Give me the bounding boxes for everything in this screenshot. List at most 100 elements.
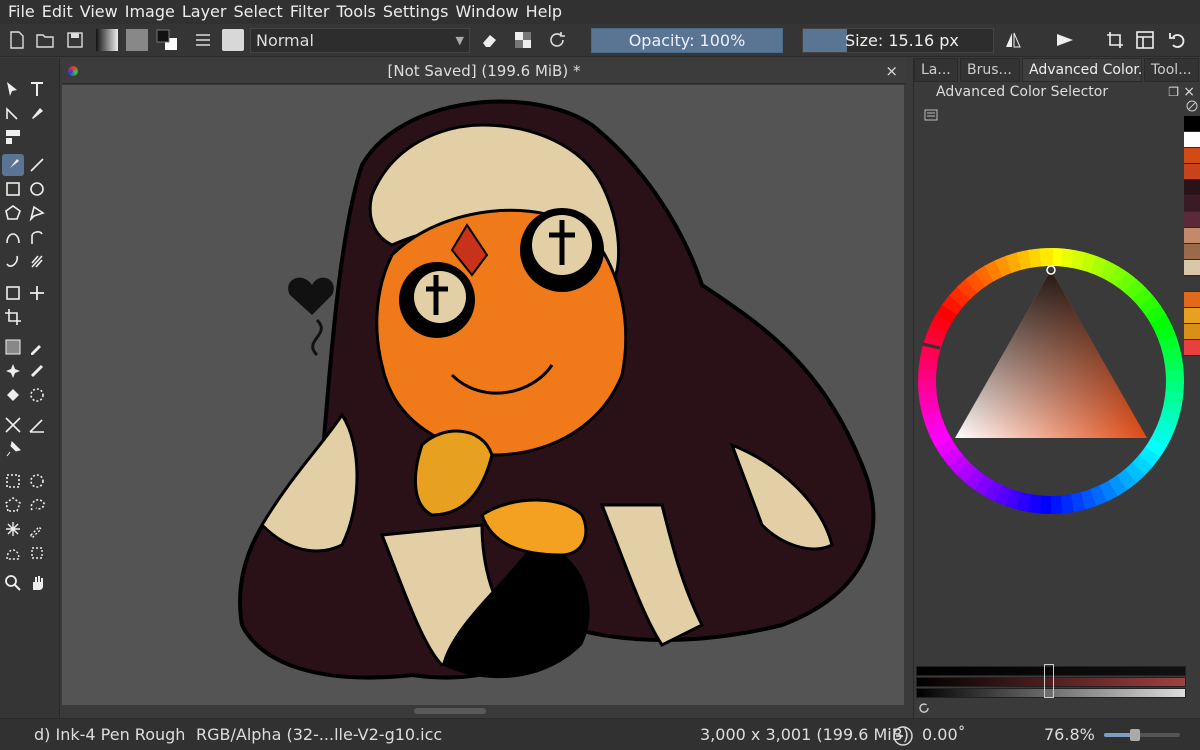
zoom-tool-icon[interactable] <box>2 572 24 594</box>
multibrush-tool-icon[interactable] <box>26 250 48 272</box>
mirror-horizontal-icon[interactable] <box>1002 29 1024 51</box>
palette-swatch[interactable] <box>1184 132 1200 148</box>
clear-palette-icon[interactable] <box>1186 100 1198 112</box>
polygonal-selection-tool-icon[interactable] <box>2 494 24 516</box>
menu-image[interactable]: Image <box>123 1 180 23</box>
palette-swatch[interactable] <box>1184 180 1200 196</box>
pattern-preset-icon[interactable] <box>126 29 148 51</box>
palette-swatch[interactable] <box>1184 244 1200 260</box>
polyline-tool-icon[interactable] <box>26 202 48 224</box>
refresh-icon[interactable] <box>918 702 930 714</box>
gradient-tool-icon[interactable] <box>2 336 24 358</box>
rectangle-tool-icon[interactable] <box>2 178 24 200</box>
palette-swatch[interactable] <box>1184 228 1200 244</box>
tab-advanced-color[interactable]: Advanced Color... <box>1022 58 1142 82</box>
freehand-selection-tool-icon[interactable] <box>26 494 48 516</box>
rotation-value[interactable]: 0.00˚ <box>922 725 966 745</box>
vertical-scrollbar[interactable] <box>904 85 912 705</box>
color-wheel[interactable] <box>918 248 1184 514</box>
palette-swatch[interactable] <box>1184 324 1200 340</box>
palette-swatch[interactable] <box>1184 276 1200 292</box>
menu-tools[interactable]: Tools <box>334 1 380 23</box>
fill-tool-icon[interactable] <box>2 384 24 406</box>
preset-list-icon[interactable] <box>192 29 214 51</box>
line-tool-icon[interactable] <box>26 154 48 176</box>
dynamic-brush-tool-icon[interactable] <box>2 250 24 272</box>
zoom-slider-knob[interactable] <box>1130 729 1140 741</box>
tab-tool-options[interactable]: Tool... <box>1144 58 1199 82</box>
move-tool-icon[interactable] <box>26 282 48 304</box>
current-brush-label[interactable]: d) Ink-4 Pen Rough <box>34 725 185 745</box>
freehand-brush-tool-icon[interactable] <box>2 154 24 176</box>
pattern-edit-tool-icon[interactable] <box>2 126 24 148</box>
contiguous-selection-tool-icon[interactable] <box>2 518 24 540</box>
palette-swatch[interactable] <box>1184 196 1200 212</box>
brush-size-slider[interactable]: Size: 15.16 px <box>802 28 994 53</box>
gradient-preset-icon[interactable] <box>96 29 118 51</box>
wrap-around-icon[interactable] <box>1104 29 1126 51</box>
save-icon[interactable] <box>64 29 86 51</box>
measure-tool-icon[interactable] <box>26 414 48 436</box>
alpha-lock-icon[interactable] <box>512 29 534 51</box>
reference-images-tool-icon[interactable] <box>2 438 24 460</box>
workspace-icon[interactable] <box>1134 29 1156 51</box>
document-tab[interactable]: [Not Saved] (199.6 MiB) * × <box>62 58 906 84</box>
reload-preset-icon[interactable] <box>546 29 568 51</box>
freehand-path-tool-icon[interactable] <box>26 226 48 248</box>
edit-shapes-tool-icon[interactable] <box>2 102 24 124</box>
palette-swatch[interactable] <box>1184 116 1200 132</box>
color-picker-tool-icon[interactable] <box>26 336 48 358</box>
pan-tool-icon[interactable] <box>26 572 48 594</box>
bezier-curve-tool-icon[interactable] <box>2 226 24 248</box>
rectangular-selection-tool-icon[interactable] <box>2 470 24 492</box>
rotation-icon[interactable] <box>892 725 914 747</box>
float-docker-icon[interactable]: ❐ <box>1168 82 1179 102</box>
palette-swatch[interactable] <box>1184 260 1200 276</box>
bezier-selection-tool-icon[interactable] <box>2 542 24 564</box>
zoom-slider[interactable] <box>1104 729 1180 741</box>
menu-layer[interactable]: Layer <box>180 1 232 23</box>
horizontal-scrollbar[interactable] <box>62 705 904 717</box>
select-shapes-tool-icon[interactable] <box>2 78 24 100</box>
drawing-canvas[interactable] <box>62 85 904 705</box>
menu-select[interactable]: Select <box>231 1 287 23</box>
eraser-icon[interactable] <box>478 29 500 51</box>
opacity-slider[interactable]: Opacity: 100% <box>591 28 783 53</box>
undo-icon[interactable] <box>1166 29 1188 51</box>
foreground-background-color-icon[interactable] <box>156 29 178 51</box>
horizontal-scroll-thumb[interactable] <box>414 708 486 714</box>
text-tool-icon[interactable] <box>26 78 48 100</box>
menu-edit[interactable]: Edit <box>40 1 78 23</box>
ellipse-tool-icon[interactable] <box>26 178 48 200</box>
magnetic-selection-tool-icon[interactable] <box>26 542 48 564</box>
palette-swatch[interactable] <box>1184 340 1200 356</box>
enclose-fill-tool-icon[interactable] <box>26 384 48 406</box>
transform-tool-icon[interactable] <box>2 282 24 304</box>
brush-preset-icon[interactable] <box>222 29 244 51</box>
palette-swatch[interactable] <box>1184 292 1200 308</box>
colorize-mask-tool-icon[interactable] <box>2 360 24 382</box>
palette-swatch[interactable] <box>1184 164 1200 180</box>
menu-filter[interactable]: Filter <box>288 1 335 23</box>
palette-swatch[interactable] <box>1184 212 1200 228</box>
smart-patch-tool-icon[interactable] <box>26 360 48 382</box>
assistant-tool-icon[interactable] <box>2 414 24 436</box>
polygon-tool-icon[interactable] <box>2 202 24 224</box>
tab-brushes[interactable]: Brus... <box>960 58 1020 82</box>
blend-mode-select[interactable]: Normal ▼ <box>250 28 470 53</box>
calligraphy-tool-icon[interactable] <box>26 102 48 124</box>
crop-tool-icon[interactable] <box>2 306 24 328</box>
menu-file[interactable]: File <box>6 1 40 23</box>
slider-handle[interactable] <box>1044 664 1054 698</box>
palette-swatch[interactable] <box>1184 148 1200 164</box>
tab-layers[interactable]: La... <box>914 58 958 82</box>
zoom-value[interactable]: 76.8% <box>1044 725 1095 745</box>
similar-color-selection-tool-icon[interactable] <box>26 518 48 540</box>
open-folder-icon[interactable] <box>34 29 56 51</box>
mirror-vertical-icon[interactable] <box>1054 29 1076 51</box>
close-document-icon[interactable]: × <box>885 58 898 84</box>
new-document-icon[interactable] <box>6 29 28 51</box>
menu-settings[interactable]: Settings <box>381 1 454 23</box>
docker-menu-icon[interactable] <box>924 108 938 122</box>
menu-window[interactable]: Window <box>453 1 523 23</box>
